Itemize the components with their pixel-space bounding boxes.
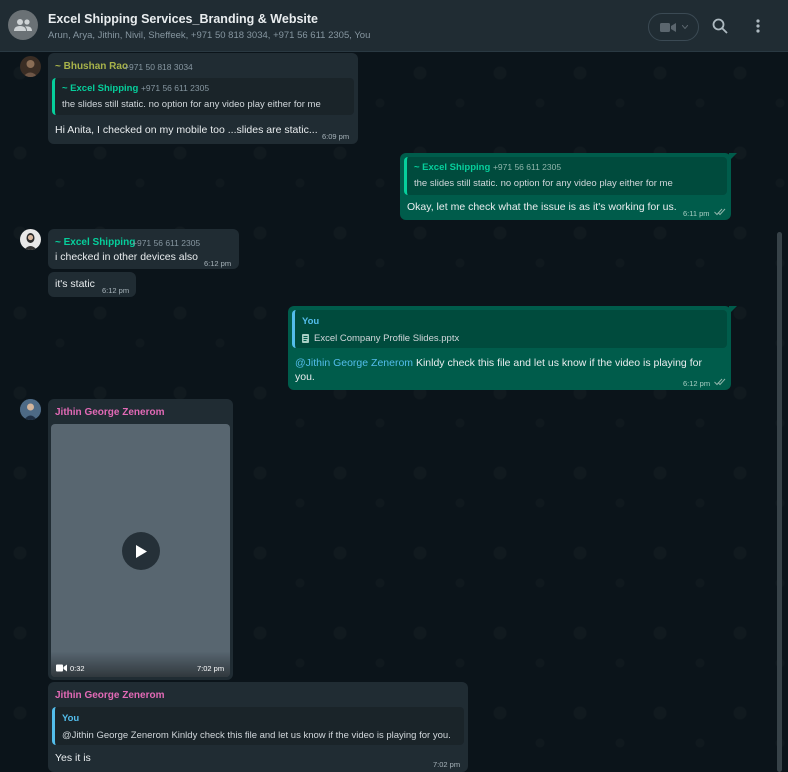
message-text: i checked in other devices also [55, 251, 198, 263]
play-icon [135, 544, 147, 558]
message-bubble[interactable]: ~ Bhushan Rao +971 50 818 3034 ~ Excel S… [48, 53, 358, 144]
message-time: 6:12 pm [204, 259, 232, 268]
document-icon [302, 334, 309, 343]
avatar-bhushan[interactable] [20, 56, 41, 77]
sender-name[interactable]: Jithin George Zenerom [55, 407, 164, 418]
message-time: 7:02 pm [433, 760, 461, 769]
message-time: 6:11 pm [683, 209, 710, 218]
sender-phone: +971 56 611 2305 [132, 238, 201, 248]
message-bubble[interactable]: ~ Excel Shipping +971 56 611 2305 i chec… [48, 229, 239, 269]
video-duration: 0:32 [70, 664, 85, 673]
search-button[interactable] [711, 17, 729, 35]
double-check-icon [714, 378, 726, 386]
message-bubble[interactable]: it's static 6:12 pm [48, 272, 136, 297]
chat-title[interactable]: Excel Shipping Services_Branding & Websi… [48, 12, 318, 26]
video-camera-icon [659, 22, 676, 32]
chat-members: Arun, Arya, Jithin, Nivil, Sheffeek, +97… [48, 30, 371, 41]
sender-name[interactable]: ~ Bhushan Rao [55, 61, 128, 72]
avatar-excel-shipping[interactable] [20, 229, 41, 250]
message-bubble[interactable]: Jithin George Zenerom You @Jithin George… [48, 682, 468, 772]
quote-sender: You [62, 713, 80, 724]
quote-text: the slides still static. no option for a… [414, 178, 673, 189]
more-vertical-icon [756, 19, 760, 33]
menu-button[interactable] [749, 17, 767, 35]
video-message-bubble[interactable]: Jithin George Zenerom 0:32 7:02 pm [48, 399, 233, 680]
message-bubble[interactable]: You Excel Company Profile Slides.pptx @J… [288, 306, 737, 390]
message-list[interactable]: ~ Bhushan Rao +971 50 818 3034 ~ Excel S… [0, 53, 788, 772]
quoted-message[interactable]: ~ Excel Shipping +971 56 611 2305 the sl… [52, 78, 354, 115]
message-text: Yes it is [55, 752, 91, 764]
avatar-jithin[interactable] [20, 399, 41, 420]
chat-header[interactable]: Excel Shipping Services_Branding & Websi… [0, 0, 788, 52]
message-text: it's static [55, 278, 95, 290]
quote-sender: ~ Excel Shipping +971 56 611 2305 [62, 83, 210, 94]
quoted-message[interactable]: ~ Excel Shipping +971 56 611 2305 the sl… [404, 157, 727, 195]
message-time: 7:02 pm [197, 664, 225, 673]
sender-name[interactable]: Jithin George Zenerom [55, 690, 164, 701]
sender-phone: +971 50 818 3034 [124, 62, 193, 72]
message-time: 6:12 pm [683, 379, 711, 388]
video-camera-icon [56, 664, 67, 672]
group-avatar[interactable] [8, 10, 38, 40]
message-time: 6:09 pm [322, 132, 350, 141]
double-check-icon [714, 208, 726, 216]
scrollbar[interactable] [777, 232, 782, 772]
message-bubble[interactable]: ~ Excel Shipping +971 56 611 2305 the sl… [400, 153, 737, 220]
play-button[interactable] [122, 532, 160, 570]
search-icon [712, 18, 728, 34]
message-text: @Jithin George Zenerom Kinldy check this… [295, 357, 702, 369]
chevron-down-icon [681, 25, 688, 29]
quoted-message[interactable]: You Excel Company Profile Slides.pptx [292, 310, 727, 348]
quote-text: the slides still static. no option for a… [62, 99, 321, 110]
message-text: Hi Anita, I checked on my mobile too ...… [55, 124, 318, 136]
message-text: Okay, let me check what the issue is as … [407, 201, 677, 213]
quote-sender: ~ Excel Shipping +971 56 611 2305 [414, 162, 562, 173]
message-text-line2: you. [295, 371, 315, 383]
message-time: 6:12 pm [102, 286, 130, 295]
video-thumbnail[interactable]: 0:32 7:02 pm [51, 424, 230, 677]
quoted-message[interactable]: You @Jithin George Zenerom Kinldy check … [52, 707, 464, 745]
quote-sender: You [302, 316, 320, 327]
mention-link[interactable]: @Jithin George Zenerom [295, 357, 413, 369]
video-call-button[interactable] [648, 13, 699, 41]
group-icon [14, 19, 32, 31]
quote-text: @Jithin George Zenerom Kinldy check this… [62, 730, 451, 741]
quote-file-name: Excel Company Profile Slides.pptx [314, 333, 460, 344]
sender-name[interactable]: ~ Excel Shipping [55, 237, 135, 248]
